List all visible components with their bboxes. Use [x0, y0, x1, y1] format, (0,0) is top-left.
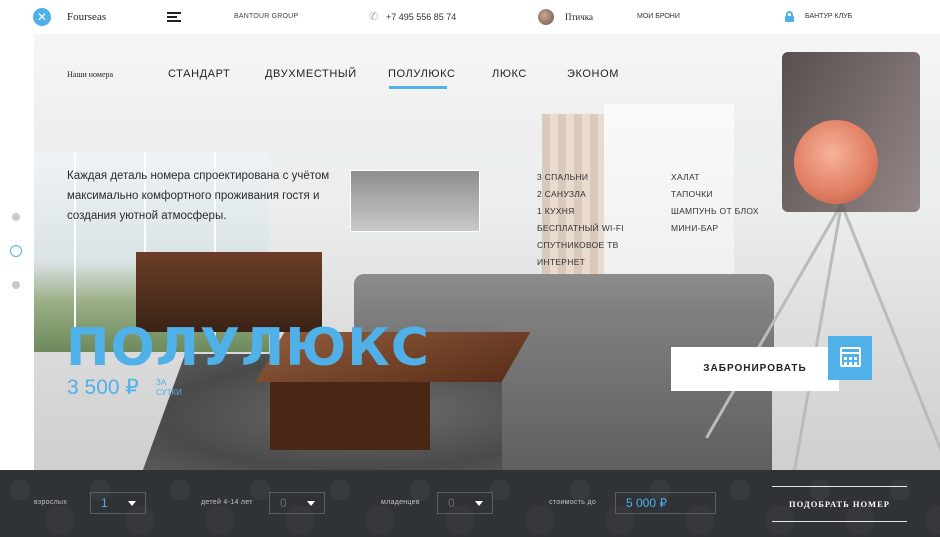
room-title: ПОЛУЛЮКС	[66, 318, 430, 378]
feature-item: ШАМПУНЬ ОТ БЛОХ	[671, 206, 759, 216]
calendar-icon	[840, 347, 861, 367]
feature-item: СПУТНИКОВОЕ ТВ	[537, 240, 619, 250]
feature-item: ХАЛАТ	[671, 172, 700, 182]
pager-dot[interactable]	[12, 281, 20, 289]
group-link[interactable]: BANTOUR GROUP	[234, 13, 298, 20]
feature-item: МИНИ-БАР	[671, 223, 719, 233]
tab-semi-lux[interactable]: ПОЛУЛЮКС	[388, 68, 456, 80]
feature-item: 3 СПАЛЬНИ	[537, 172, 589, 182]
tab-economy[interactable]: ЭКОНОМ	[567, 68, 619, 80]
tab-standard[interactable]: СТАНДАРТ	[168, 68, 230, 80]
cost-label: стоимость до	[549, 499, 597, 506]
my-bookings-link[interactable]: МОИ БРОНИ	[637, 13, 680, 20]
lock-icon	[785, 11, 794, 22]
chevron-down-icon	[475, 501, 483, 506]
photo-mirror	[350, 170, 480, 232]
phone-icon: ✆	[369, 11, 379, 23]
close-icon[interactable]: ✕	[33, 8, 51, 26]
room-price: 3 500 ₽	[67, 376, 139, 399]
photo-lamp	[840, 203, 940, 455]
cost-value: 5 000 ₽	[626, 496, 667, 510]
cost-input[interactable]: 5 000 ₽	[615, 492, 716, 514]
tab-lux[interactable]: ЛЮКС	[492, 68, 527, 80]
feature-item: 1 КУХНЯ	[537, 206, 575, 216]
top-header: ✕ Fourseas BANTOUR GROUP ✆ +7 495 556 85…	[0, 0, 940, 34]
tab-double[interactable]: ДВУХМЕСТНЫЙ	[265, 68, 357, 80]
hero-room-photo	[34, 34, 940, 470]
children-value: 0	[280, 496, 287, 510]
children-label: детей 4-14 лет	[201, 499, 253, 506]
chevron-down-icon	[128, 501, 136, 506]
room-description: Каждая деталь номера спроектирована с уч…	[67, 170, 330, 222]
user-name[interactable]: Птичка	[565, 12, 593, 22]
children-select[interactable]: 0	[269, 492, 325, 514]
photo-coffee-table	[270, 380, 430, 450]
brand-name[interactable]: Fourseas	[67, 11, 106, 23]
pager-dot-active[interactable]	[10, 245, 22, 257]
adults-value: 1	[101, 496, 108, 510]
club-link[interactable]: БАНТУР КЛУБ	[805, 13, 852, 20]
feature-item: 2 САНУЗЛА	[537, 189, 587, 199]
avatar[interactable]	[538, 9, 554, 25]
infants-value: 0	[448, 496, 455, 510]
photo-lamp	[794, 120, 878, 204]
phone-number[interactable]: +7 495 556 85 74	[386, 12, 456, 22]
price-unit: ЗА СУТКИ	[156, 378, 182, 397]
infants-select[interactable]: 0	[437, 492, 493, 514]
book-button[interactable]: ЗАБРОНИРОВАТЬ	[671, 347, 839, 391]
active-tab-indicator	[389, 86, 447, 89]
adults-select[interactable]: 1	[90, 492, 146, 514]
adults-label: взрослых	[34, 499, 68, 506]
chevron-down-icon	[307, 501, 315, 506]
find-room-button[interactable]: ПОДОБРАТЬ НОМЕР	[772, 486, 907, 522]
search-bar: взрослых 1 детей 4-14 лет 0 младенцев 0 …	[0, 470, 940, 537]
feature-item: ИНТЕРНЕТ	[537, 257, 586, 267]
menu-icon[interactable]	[167, 12, 181, 22]
rooms-nav-label: Наши номера	[67, 70, 114, 79]
infants-label: младенцев	[381, 499, 420, 506]
calendar-button[interactable]	[828, 336, 872, 380]
feature-item: ТАПОЧКИ	[671, 189, 713, 199]
pager-dot[interactable]	[12, 213, 20, 221]
feature-item: БЕСПЛАТНЫЙ WI-FI	[537, 223, 624, 233]
